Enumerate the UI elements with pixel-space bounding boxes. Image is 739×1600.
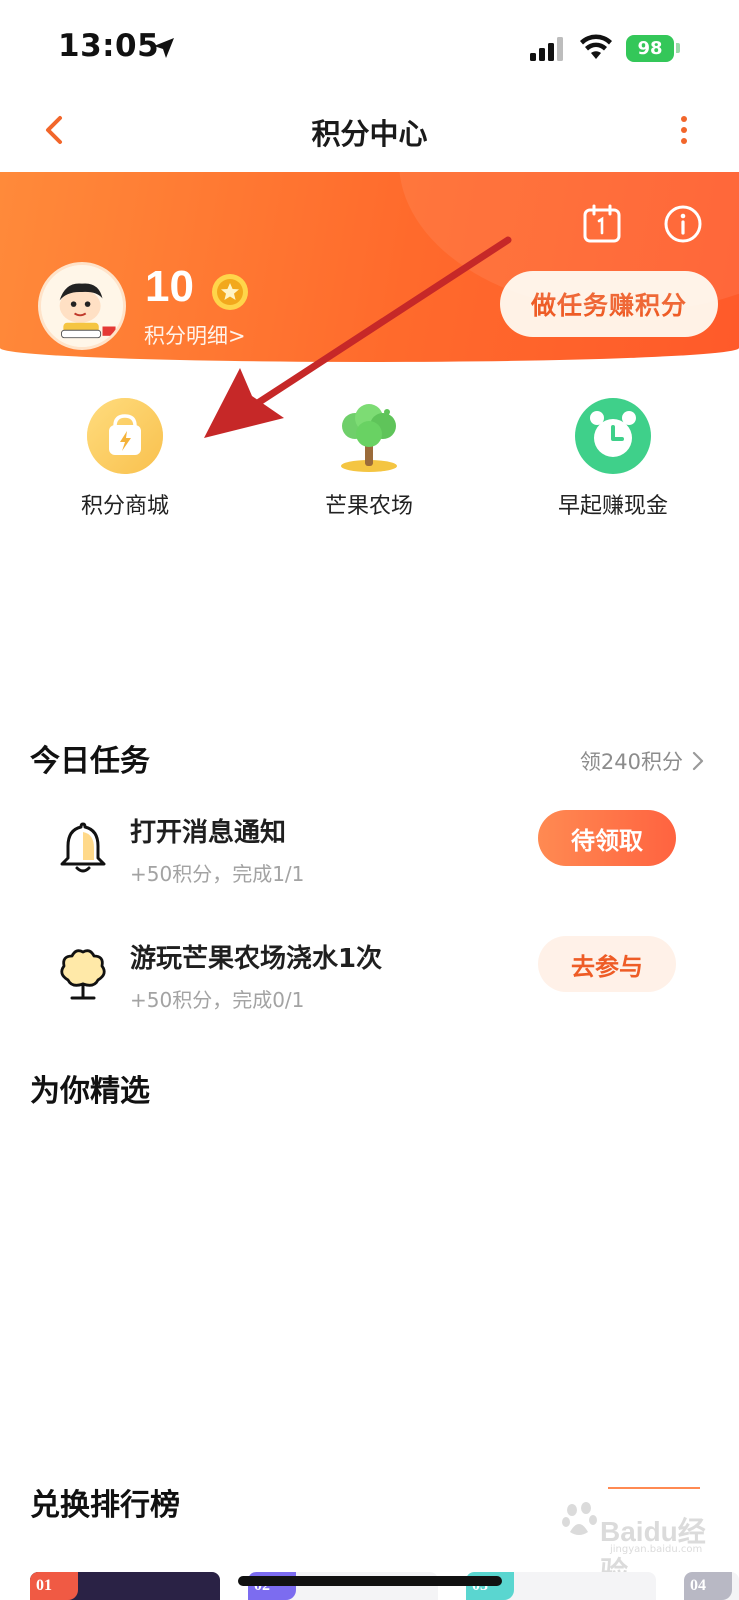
baidu-watermark: Baidu经验 jingyan.baidu.com — [560, 1500, 710, 1587]
rank-tile[interactable]: 04 — [684, 1572, 739, 1600]
points-banner: 10 积分明细> 做任务赚积分 — [0, 172, 739, 362]
info-icon[interactable] — [663, 204, 703, 244]
rank-tile[interactable]: 01 — [30, 1572, 220, 1600]
claim-points-label: 领240积分 — [579, 750, 683, 774]
rank-badge: 01 — [30, 1572, 78, 1600]
feature-mango-farm[interactable]: 芒果农场 — [284, 396, 454, 520]
paw-icon — [562, 1502, 597, 1535]
page-title: 积分中心 — [311, 117, 428, 151]
feature-points-mall[interactable]: 积分商城 — [40, 396, 210, 520]
cartoon-avatar-icon — [41, 265, 123, 347]
feature-label: 早起赚现金 — [557, 494, 668, 519]
battery-indicator: 98 — [626, 35, 674, 62]
claim-reward-button[interactable]: 待领取 — [538, 810, 676, 866]
alarm-clock-icon — [575, 398, 651, 474]
ranking-tab-indicator — [608, 1487, 700, 1489]
dot-icon — [681, 138, 687, 144]
cellular-signal-icon — [530, 37, 563, 61]
more-options-button[interactable] — [664, 110, 704, 150]
task-progress: +50积分，完成1/1 — [130, 862, 305, 886]
wifi-icon — [580, 34, 612, 59]
feature-label: 芒果农场 — [324, 494, 413, 519]
join-task-button[interactable]: 去参与 — [538, 936, 676, 992]
bell-icon — [60, 822, 106, 873]
task-progress: +50积分，完成0/1 — [130, 988, 305, 1012]
dot-icon — [681, 127, 687, 133]
ranking-title: 兑换排行榜 — [30, 1488, 180, 1523]
today-tasks-title: 今日任务 — [30, 744, 150, 779]
avatar[interactable] — [38, 262, 126, 350]
medal-icon — [212, 274, 248, 310]
task-row: 打开消息通知 +50积分，完成1/1 待领取 — [0, 810, 739, 910]
points-detail-link[interactable]: 积分明细> — [144, 320, 246, 350]
location-arrow-icon — [154, 38, 174, 58]
tree-icon — [341, 404, 397, 472]
watermark-url: jingyan.baidu.com — [610, 1544, 703, 1555]
claim-points-link[interactable]: 领240积分 — [580, 746, 705, 776]
navigation-bar: 积分中心 — [0, 96, 739, 172]
tree-outline-icon — [60, 949, 106, 1000]
status-time: 13:05 — [58, 28, 160, 64]
earn-points-button[interactable]: 做任务赚积分 — [500, 271, 718, 337]
task-title: 游玩芒果农场浇水1次 — [130, 944, 383, 974]
dot-icon — [681, 116, 687, 122]
status-bar: 13:05 98 — [0, 0, 739, 96]
home-indicator — [238, 1576, 502, 1586]
battery-tip — [676, 43, 680, 53]
task-row: 游玩芒果农场浇水1次 +50积分，完成0/1 去参与 — [0, 936, 739, 1036]
task-title: 打开消息通知 — [130, 818, 287, 848]
feature-label: 积分商城 — [80, 494, 169, 519]
feature-early-rise-cash[interactable]: 早起赚现金 — [528, 396, 698, 520]
shopping-bag-icon — [87, 398, 163, 474]
chevron-right-icon — [692, 751, 704, 771]
calendar-icon[interactable] — [582, 204, 622, 244]
points-value: 10 — [145, 262, 194, 311]
picks-title: 为你精选 — [30, 1074, 150, 1109]
rank-badge: 04 — [684, 1572, 732, 1600]
